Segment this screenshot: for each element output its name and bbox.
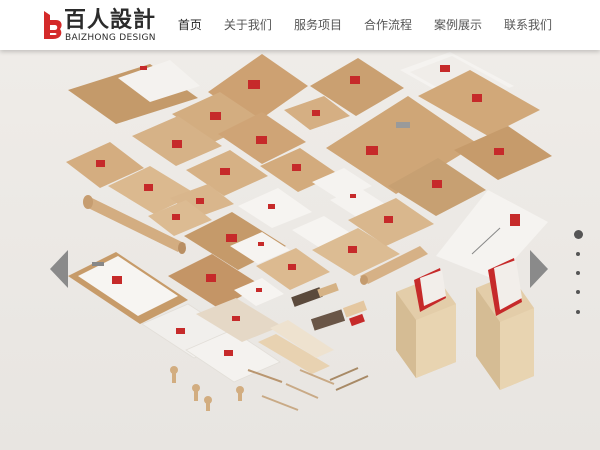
carousel-indicator-dot[interactable]	[576, 252, 580, 256]
carousel-indicator-dot[interactable]	[576, 290, 580, 294]
nav-item-home[interactable]: 首页	[178, 0, 202, 50]
main-nav: 首页 关于我们 服务项目 合作流程 案例展示 联系我们	[156, 0, 552, 50]
b-logo-mark-icon	[44, 11, 62, 39]
chevron-left-icon	[50, 250, 68, 288]
nav-item-services[interactable]: 服务项目	[294, 0, 342, 50]
carousel-slide-image	[0, 50, 600, 450]
carousel-prev-button[interactable]	[50, 250, 68, 288]
carousel-indicator-dot[interactable]	[576, 310, 580, 314]
site-header: 百人設計 BAIZHONG DESIGN 首页 关于我们 服务项目 合作流程 案…	[0, 0, 600, 50]
carousel-next-button[interactable]	[530, 250, 548, 288]
hero-carousel	[0, 50, 600, 450]
nav-item-process[interactable]: 合作流程	[364, 0, 412, 50]
nav-item-contact[interactable]: 联系我们	[504, 0, 552, 50]
brand-logo[interactable]: 百人設計 BAIZHONG DESIGN	[40, 8, 160, 44]
chevron-right-icon	[530, 250, 548, 288]
nav-item-cases[interactable]: 案例展示	[434, 0, 482, 50]
brand-name-cn: 百人設計	[64, 8, 157, 33]
brand-name-en: BAIZHONG DESIGN	[65, 33, 156, 43]
carousel-indicator-dot[interactable]	[574, 230, 583, 239]
nav-item-about[interactable]: 关于我们	[224, 0, 272, 50]
carousel-indicator-dot[interactable]	[576, 271, 580, 275]
